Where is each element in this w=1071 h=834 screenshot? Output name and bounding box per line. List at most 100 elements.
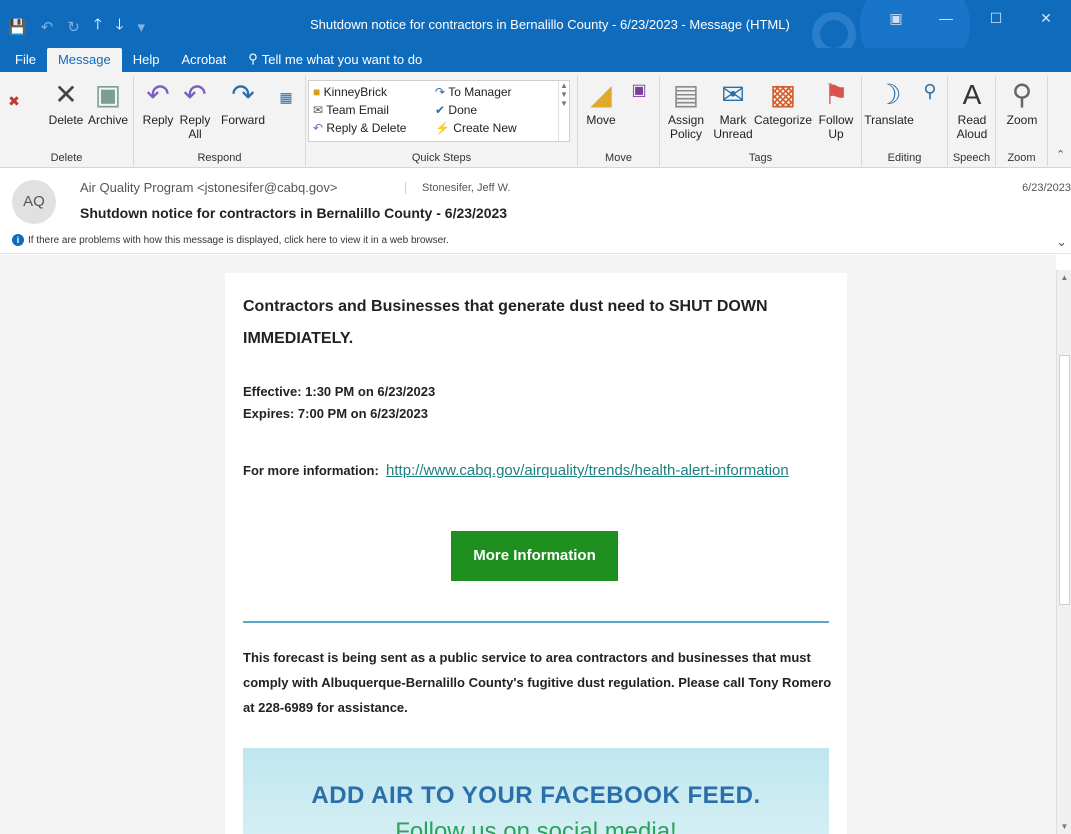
more-information-button[interactable]: More Information bbox=[451, 531, 618, 581]
quickstep-to-manager[interactable]: ↷ To Manager bbox=[435, 85, 512, 99]
info-bar[interactable]: i If there are problems with how this mes… bbox=[12, 234, 449, 246]
title-bar: 💾 ↶ ↻ 🡑 🡓 ▾ Shutdown notice for contract… bbox=[0, 0, 1071, 48]
zoom-button[interactable]: ⚲ Zoom bbox=[1000, 79, 1044, 128]
ribbon-display-options-icon[interactable]: ▣ bbox=[871, 10, 921, 27]
group-label: Delete bbox=[50, 152, 83, 164]
tab-acrobat[interactable]: Acrobat bbox=[170, 48, 237, 72]
reply-button[interactable]: ↶ Reply bbox=[138, 80, 178, 128]
recipient[interactable]: Stonesifer, Jeff W. bbox=[405, 182, 510, 194]
group-zoom: ⚲ Zoom Zoom bbox=[996, 76, 1048, 166]
translate-icon: ☽ bbox=[876, 79, 902, 110]
meeting-icon: ▦ bbox=[279, 89, 293, 105]
reply-all-button[interactable]: ↶ Reply All bbox=[178, 79, 212, 142]
tab-file[interactable]: File bbox=[4, 48, 47, 72]
close-icon[interactable]: ✕ bbox=[1021, 10, 1071, 27]
group-label: Respond bbox=[197, 152, 242, 164]
categorize-icon: ▩ bbox=[769, 79, 797, 110]
info-icon: i bbox=[12, 234, 24, 246]
reply-delete-icon: ↶ bbox=[313, 121, 324, 135]
group-label: Move bbox=[605, 152, 632, 164]
redo-icon[interactable]: ↻ bbox=[67, 18, 80, 36]
group-editing: ☽ Translate ⚲ Editing bbox=[862, 76, 948, 166]
tab-message[interactable]: Message bbox=[46, 48, 122, 72]
tab-help[interactable]: Help bbox=[122, 48, 171, 72]
quickstep-kinneybrick[interactable]: ■ KinneyBrick bbox=[313, 85, 387, 99]
maximize-icon[interactable]: ☐ bbox=[971, 10, 1021, 27]
customize-qat-icon[interactable]: ▾ bbox=[137, 18, 145, 36]
window-controls: ▣ — ☐ ✕ bbox=[871, 10, 1071, 27]
quickstep-create-new[interactable]: ⚡ Create New bbox=[435, 121, 517, 135]
categorize-button[interactable]: ▩ Categorize bbox=[752, 79, 814, 128]
undo-icon[interactable]: ↶ bbox=[41, 18, 54, 36]
mark-unread-button[interactable]: ✉ Mark Unread bbox=[710, 79, 756, 142]
tell-me-search[interactable]: ⚲ Tell me what you want to do bbox=[237, 48, 433, 72]
policy-icon: ▤ bbox=[672, 79, 700, 110]
collapse-ribbon-icon[interactable]: ⌃ bbox=[1056, 148, 1065, 161]
lightbulb-icon: ⚲ bbox=[248, 51, 258, 66]
envelope-icon: ✉ bbox=[721, 79, 745, 110]
divider bbox=[243, 621, 829, 623]
quickstep-reply-delete[interactable]: ↶ Reply & Delete bbox=[313, 121, 406, 135]
chevron-down-icon[interactable]: ⌄ bbox=[1056, 234, 1067, 250]
vertical-scrollbar[interactable]: ▲ ▼ bbox=[1056, 270, 1071, 834]
find-button[interactable]: ⚲ bbox=[916, 82, 944, 115]
quickstep-team-email[interactable]: ✉ Team Email bbox=[313, 103, 389, 117]
reply-all-icon: ↶ bbox=[183, 79, 207, 110]
alert-times: Effective: 1:30 PM on 6/23/2023 Expires:… bbox=[243, 381, 435, 425]
banner-title: ADD AIR TO YOUR FACEBOOK FEED. bbox=[311, 782, 761, 809]
quick-steps-scrollbar[interactable]: ▲ ▼ ▼ bbox=[558, 81, 569, 141]
group-move: ◢ Move ▣ Move bbox=[578, 76, 660, 166]
delete-button[interactable]: ✕ Delete bbox=[42, 80, 90, 128]
more-respond-button[interactable]: ▦ bbox=[272, 90, 300, 123]
scrollbar-thumb[interactable] bbox=[1059, 355, 1070, 605]
forward-button[interactable]: ↷ Forward bbox=[218, 79, 268, 128]
next-item-icon[interactable]: 🡓 bbox=[116, 14, 124, 39]
group-label: Speech bbox=[952, 152, 991, 164]
archive-button[interactable]: ▣ Archive bbox=[86, 79, 130, 128]
group-delete: ✖ ✕ Delete ▣ Archive Delete bbox=[0, 76, 134, 166]
alert-headline: Contractors and Businesses that generate… bbox=[243, 298, 768, 347]
read-aloud-button[interactable]: A Read Aloud bbox=[952, 79, 992, 142]
archive-icon: ▣ bbox=[94, 79, 122, 110]
lightning-icon: ⚡ bbox=[435, 121, 450, 135]
rules-button[interactable]: ▣ bbox=[622, 82, 656, 115]
message-subject: Shutdown notice for contractors in Berna… bbox=[80, 205, 508, 221]
group-label: Zoom bbox=[1007, 152, 1036, 164]
email-icon: ✉ bbox=[313, 103, 324, 117]
translate-button[interactable]: ☽ Translate bbox=[864, 79, 914, 128]
minimize-icon[interactable]: — bbox=[921, 10, 971, 27]
group-respond: ↶ Reply ↶ Reply All ↷ Forward ▦ Respond bbox=[134, 76, 306, 166]
sent-date: 6/23/2023 bbox=[1022, 182, 1071, 194]
forecast-text: This forecast is being sent as a public … bbox=[243, 650, 832, 715]
quick-access-toolbar: 💾 ↶ ↻ 🡑 🡓 ▾ bbox=[8, 14, 145, 39]
more-info-label: For more information: bbox=[243, 463, 379, 478]
more-info-line: For more information: http://www.cabq.go… bbox=[243, 459, 833, 483]
save-icon[interactable]: 💾 bbox=[8, 18, 27, 36]
expires-time: Expires: 7:00 PM on 6/23/2023 bbox=[243, 406, 428, 421]
search-icon: ⚲ bbox=[923, 81, 937, 101]
ignore-button[interactable]: ✖ bbox=[4, 86, 24, 119]
ignore-icon: ✖ bbox=[8, 93, 20, 109]
assign-policy-button[interactable]: ▤ Assign Policy bbox=[662, 79, 710, 142]
quickstep-done[interactable]: ✔ Done bbox=[435, 103, 477, 117]
ribbon: ✖ ✕ Delete ▣ Archive Delete ↶ Reply ↶ Reply … bbox=[0, 72, 1071, 168]
move-folder-icon: ◢ bbox=[590, 79, 612, 110]
follow-up-button[interactable]: ⚑ Follow Up bbox=[814, 80, 858, 142]
alert-card: Contractors and Businesses that generate… bbox=[225, 273, 847, 603]
quick-steps-gallery: ■ KinneyBrick ✉ Team Email ↶ Reply & Del… bbox=[308, 80, 570, 142]
previous-item-icon[interactable]: 🡑 bbox=[94, 14, 102, 39]
forecast-card: This forecast is being sent as a public … bbox=[225, 603, 847, 834]
facebook-banner[interactable]: ADD AIR TO YOUR FACEBOOK FEED. Follow us… bbox=[243, 748, 829, 834]
read-aloud-icon: A bbox=[962, 79, 982, 110]
zoom-icon: ⚲ bbox=[1011, 79, 1033, 110]
message-body: Contractors and Businesses that generate… bbox=[0, 255, 1056, 834]
scroll-up-icon[interactable]: ▲ bbox=[1057, 273, 1071, 282]
forward-manager-icon: ↷ bbox=[435, 85, 446, 99]
scroll-down-icon[interactable]: ▼ bbox=[1057, 822, 1071, 831]
sender[interactable]: Air Quality Program <jstonesifer@cabq.go… bbox=[80, 180, 337, 195]
banner-subtitle: Follow us on social media! bbox=[395, 818, 677, 834]
move-button[interactable]: ◢ Move bbox=[582, 79, 620, 128]
more-info-link[interactable]: http://www.cabq.gov/airquality/trends/he… bbox=[386, 462, 789, 479]
avatar: AQ bbox=[12, 180, 56, 224]
forward-icon: ↷ bbox=[231, 79, 255, 110]
